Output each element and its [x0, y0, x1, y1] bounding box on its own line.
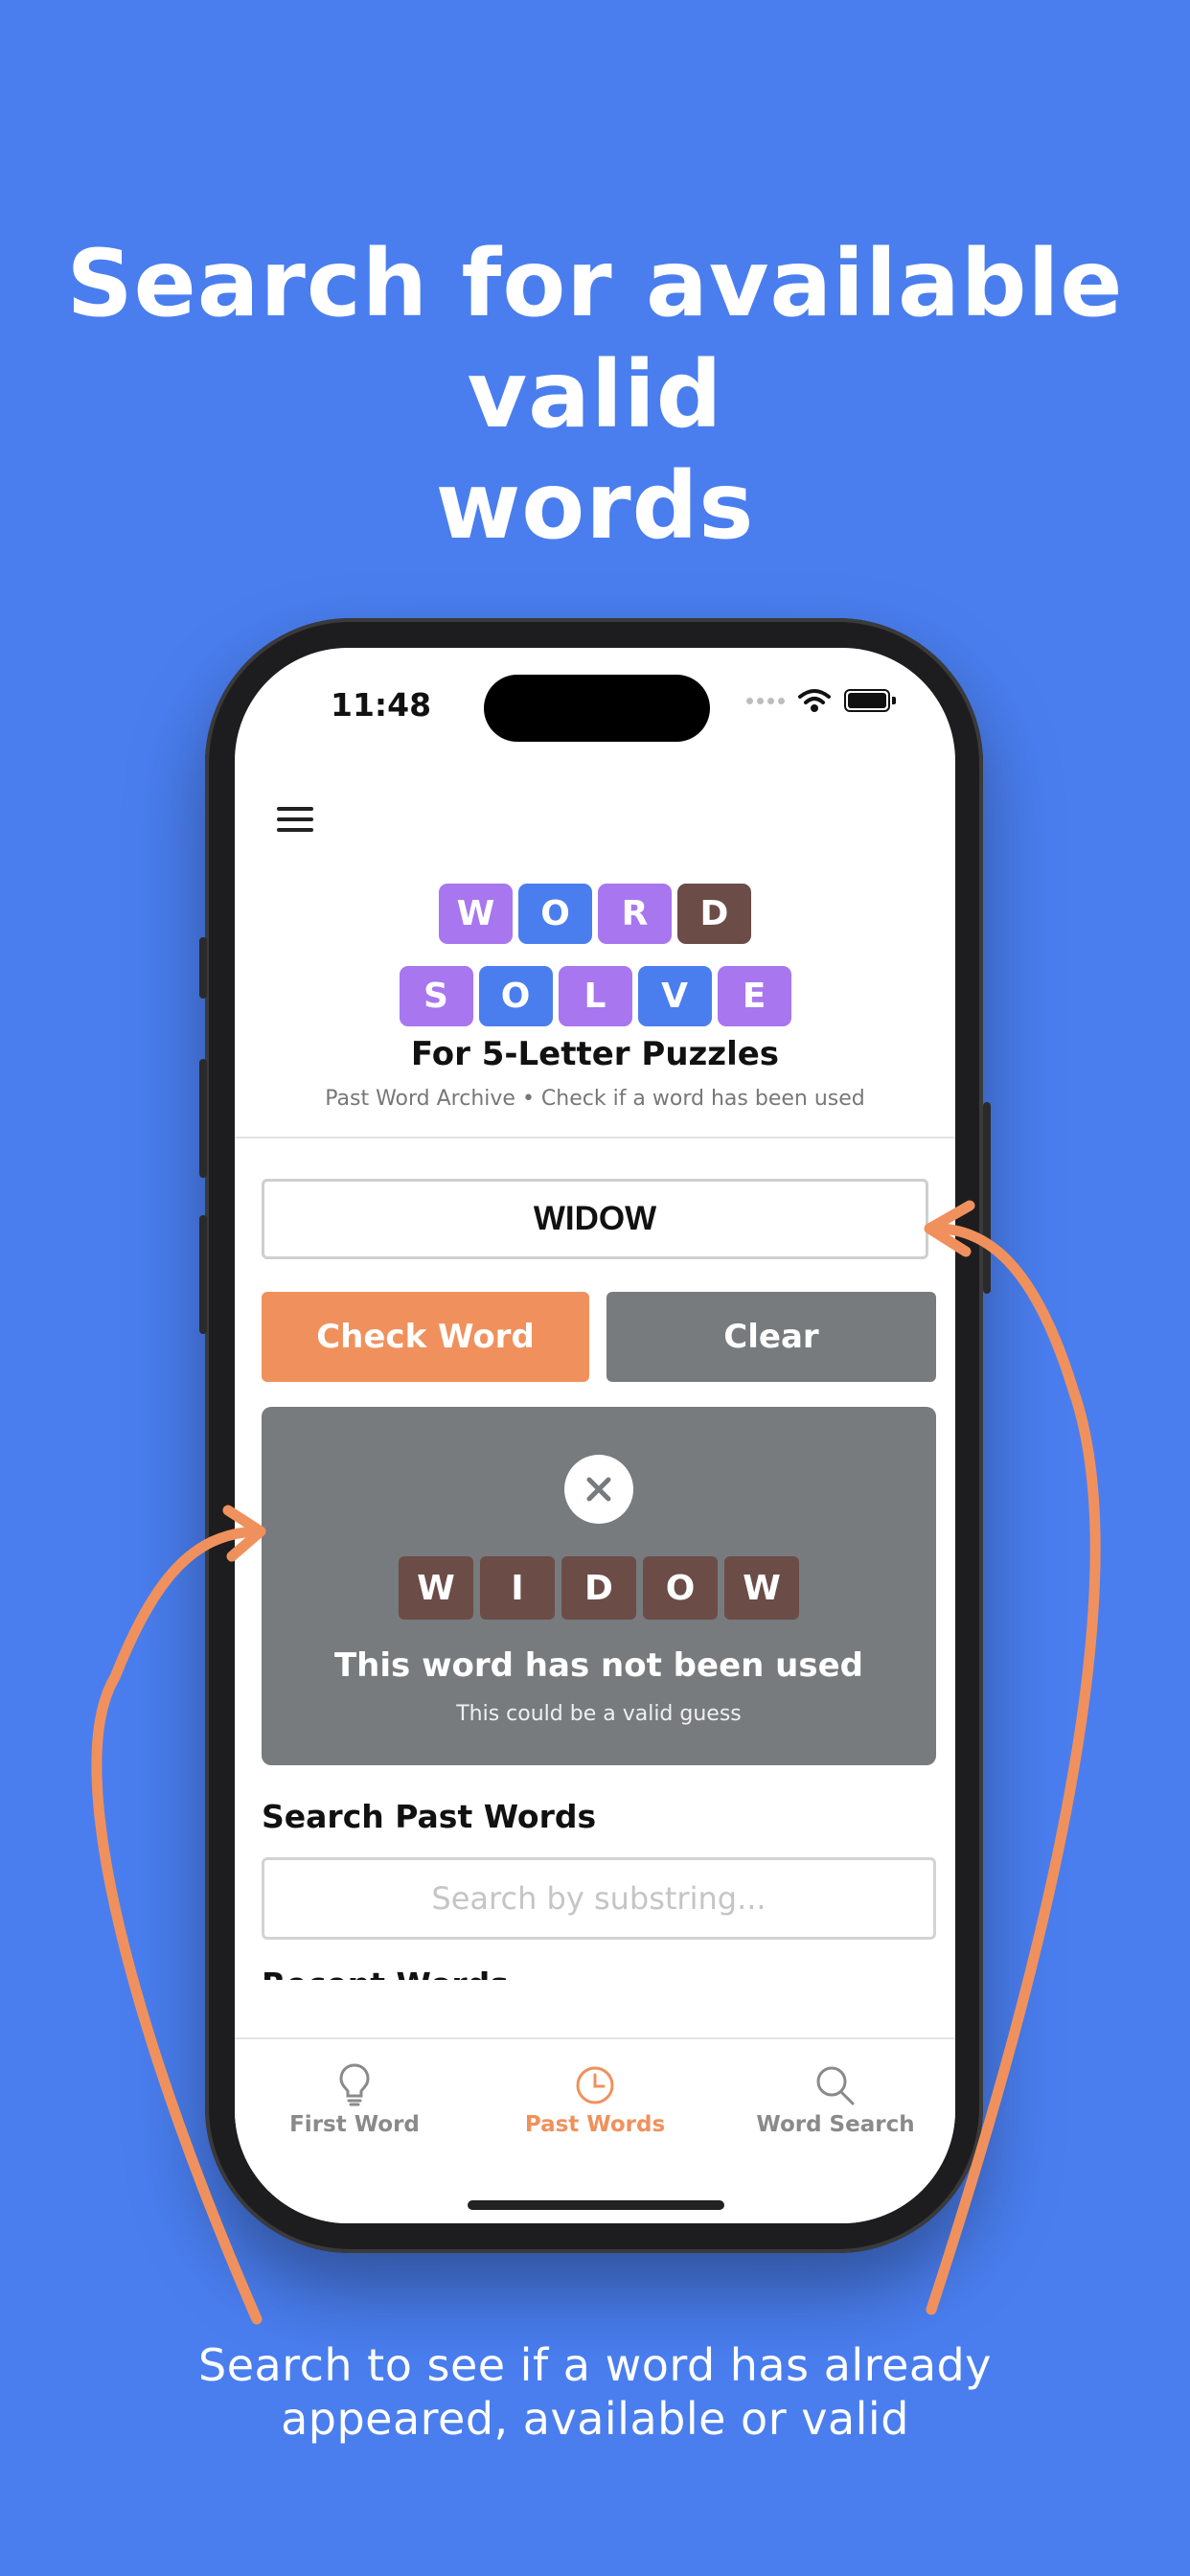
clear-button[interactable]: Clear — [606, 1292, 936, 1382]
close-icon — [564, 1455, 633, 1524]
signal-icon — [746, 697, 785, 704]
search-section-title: Search Past Words — [262, 1798, 597, 1835]
tab-first-word[interactable]: First Word — [235, 2062, 474, 2137]
logo-tile: S — [399, 966, 473, 1026]
recent-words-heading-partial: Recent Words — [262, 1968, 511, 1980]
phone-screen: 11:48 W O R D S O L V E For 5-Letter Puz… — [235, 648, 955, 2223]
search-input[interactable] — [262, 1857, 936, 1940]
menu-icon[interactable] — [277, 807, 313, 839]
result-tile: D — [561, 1556, 636, 1620]
logo-row-word: W O R D — [235, 884, 955, 944]
phone-silent-switch — [199, 937, 207, 999]
wifi-icon — [798, 689, 831, 712]
tab-label: Past Words — [524, 2112, 666, 2137]
result-submessage: This could be a valid guess — [456, 1702, 742, 1726]
dynamic-island — [484, 675, 710, 742]
phone-power-button — [983, 1102, 991, 1294]
tab-past-words[interactable]: Past Words — [475, 2062, 715, 2137]
result-tile: I — [480, 1556, 555, 1620]
battery-icon — [844, 689, 890, 712]
logo-tile: E — [717, 966, 791, 1026]
logo-tile: R — [598, 884, 672, 944]
tab-label: Word Search — [756, 2112, 915, 2137]
tab-bar: First Word Past Words Word Search — [235, 2037, 955, 2223]
status-icons — [746, 688, 896, 713]
app-title: For 5-Letter Puzzles — [410, 1035, 780, 1073]
caption-line-2: appeared, available or valid — [281, 2393, 909, 2445]
result-card: W I D O W This word has not been used Th… — [262, 1407, 936, 1765]
result-message: This word has not been used — [333, 1646, 864, 1685]
result-tile: W — [399, 1556, 473, 1620]
phone-volume-up — [199, 1059, 207, 1178]
logo-tile: L — [558, 966, 632, 1026]
phone-volume-down — [199, 1215, 207, 1334]
home-indicator[interactable] — [468, 2200, 724, 2210]
result-word-tiles: W I D O W — [262, 1556, 936, 1620]
app-tagline: Past Word Archive • Check if a word has … — [325, 1087, 865, 1111]
headline-line-2: words — [435, 452, 755, 560]
caption-line-1: Search to see if a word has already — [198, 2339, 992, 2391]
logo-row-solve: S O L V E — [235, 966, 955, 1026]
tab-word-search[interactable]: Word Search — [716, 2062, 955, 2137]
status-time: 11:48 — [331, 686, 432, 724]
word-input[interactable] — [262, 1179, 928, 1259]
lightbulb-icon — [339, 2063, 370, 2106]
result-tile: O — [643, 1556, 718, 1620]
clock-icon — [576, 2066, 614, 2104]
logo-tile: O — [478, 966, 553, 1026]
logo-tile: O — [518, 884, 592, 944]
magnifier-icon — [816, 2066, 855, 2105]
tab-label: First Word — [289, 2112, 420, 2137]
logo-tile: V — [637, 966, 712, 1026]
logo-tile: D — [677, 884, 751, 944]
promo-caption: Search to see if a word has already appe… — [0, 2338, 1190, 2446]
logo-tile: W — [439, 884, 513, 944]
result-tile: W — [724, 1556, 799, 1620]
check-word-button[interactable]: Check Word — [262, 1292, 589, 1382]
header-divider — [235, 1137, 955, 1138]
promo-headline: Search for available valid words — [0, 228, 1190, 562]
headline-line-1: Search for available valid — [66, 230, 1124, 448]
